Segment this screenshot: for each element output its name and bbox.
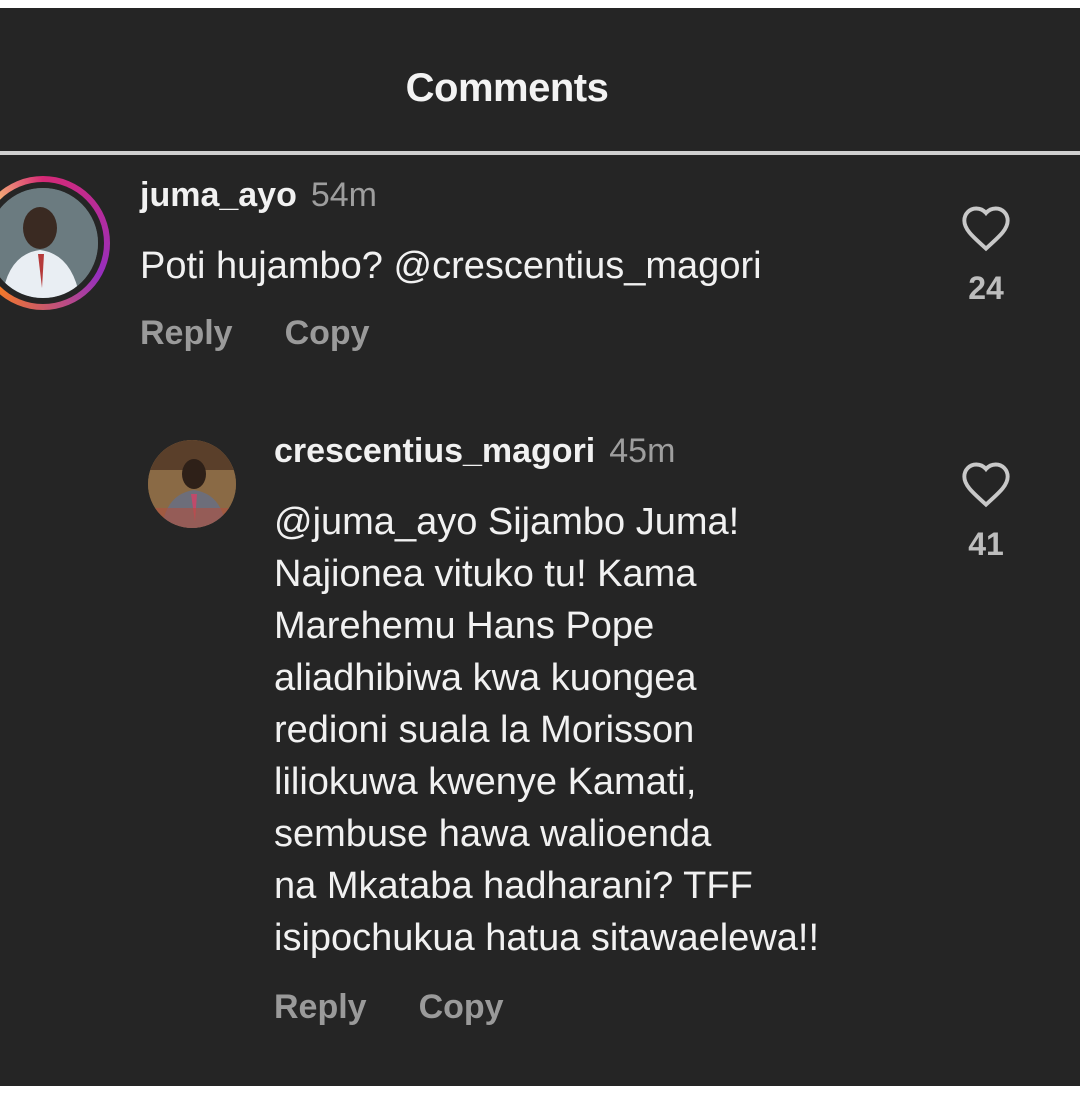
reply-button[interactable]: Reply [274,988,367,1026]
comment-text: Poti hujambo? @crescentius_magori [140,245,762,287]
comment-text: @juma_ayo Sijambo Juma! Najionea vituko … [274,501,820,959]
comment-actions: Reply Copy [274,988,556,1027]
comments-screen: Comments juma_ayo 54m Poti hujambo? @cres… [0,8,1080,1086]
heart-outline-icon[interactable] [960,204,1012,252]
comment-item: juma_ayo 54m Poti hujambo? @crescentius_m… [0,168,1080,368]
header-divider [0,151,1080,155]
username[interactable]: juma_ayo [140,176,297,214]
avatar-story-ring[interactable] [0,176,110,310]
reply-button[interactable]: Reply [140,314,233,352]
copy-button[interactable]: Copy [285,314,370,352]
reply-comment-item: crescentius_magori 45m @juma_ayo Sijambo … [0,428,1080,1068]
like-count: 41 [968,526,1004,562]
copy-button[interactable]: Copy [419,988,504,1026]
timestamp: 45m [609,432,676,470]
comment-actions: Reply Copy [140,314,422,353]
avatar[interactable] [148,440,236,528]
like-count: 24 [968,270,1004,306]
comment-meta: juma_ayo 54m [140,176,377,215]
comments-header: Comments [0,8,1080,152]
username[interactable]: crescentius_magori [274,432,595,470]
comment-meta: crescentius_magori 45m [274,432,675,471]
heart-outline-icon[interactable] [960,460,1012,508]
page-title: Comments [405,66,609,110]
like-control[interactable]: 41 [956,460,1016,563]
timestamp: 54m [310,176,377,214]
like-control[interactable]: 24 [956,204,1016,307]
